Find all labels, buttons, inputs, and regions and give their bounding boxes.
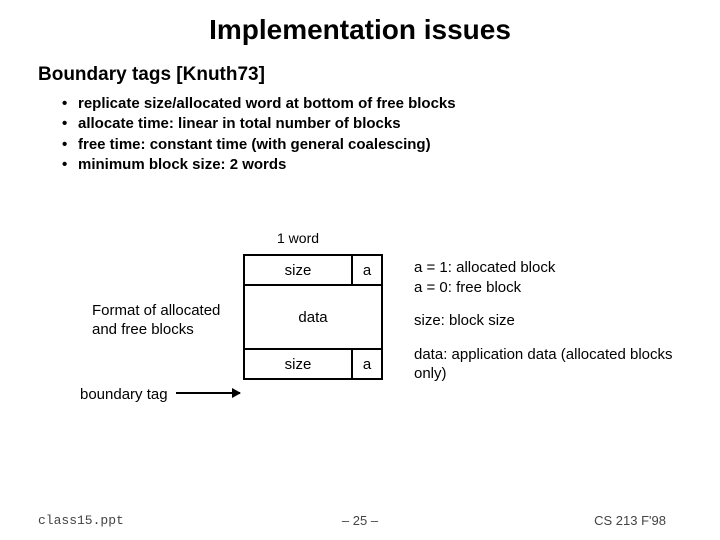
data-cell: data — [244, 285, 382, 349]
header-size-cell: size — [244, 255, 352, 285]
bullet-item: free time: constant time (with general c… — [62, 135, 720, 155]
footer-size-cell: size — [244, 349, 352, 379]
legend: a = 1: allocated block a = 0: free block… — [414, 258, 684, 384]
legend-size: size: block size — [414, 311, 684, 331]
word-width-label: 1 word — [277, 230, 319, 246]
arrow-icon — [176, 392, 240, 394]
legend-data: data: application data (allocated blocks… — [414, 345, 684, 384]
slide-subtitle: Boundary tags [Knuth73] — [38, 64, 720, 86]
bullet-list: replicate size/allocated word at bottom … — [62, 94, 720, 175]
legend-a0: a = 0: free block — [414, 278, 684, 298]
slide-title: Implementation issues — [0, 0, 720, 46]
bullet-item: replicate size/allocated word at bottom … — [62, 94, 720, 114]
header-a-cell: a — [352, 255, 382, 285]
bullet-item: minimum block size: 2 words — [62, 155, 720, 175]
bullet-item: allocate time: linear in total number of… — [62, 114, 720, 134]
format-label: Format of allocated and free blocks — [92, 302, 222, 340]
boundary-tag-label: boundary tag — [80, 386, 168, 403]
footer-a-cell: a — [352, 349, 382, 379]
legend-a1: a = 1: allocated block — [414, 258, 684, 278]
footer-course: CS 213 F'98 — [594, 513, 666, 528]
diagram: 1 word size a data size a Format of allo… — [0, 230, 720, 490]
block-format-table: size a data size a — [243, 254, 383, 380]
